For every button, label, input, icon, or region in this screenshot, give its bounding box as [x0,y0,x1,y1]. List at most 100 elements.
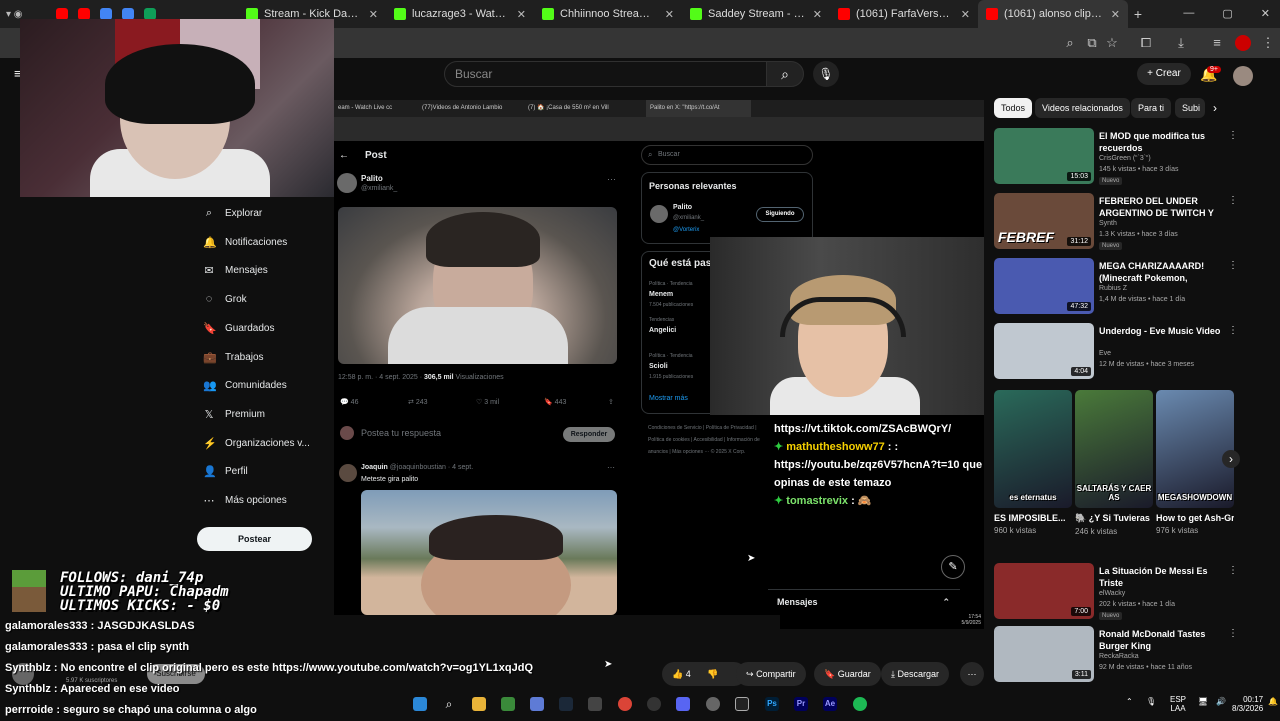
tab-close-icon[interactable]: ✕ [665,8,674,21]
more-icon[interactable]: ⋮ [1228,565,1238,576]
inner-browser-tab[interactable]: (7) 🏠 ¡Casa de 550 m² en Vill [524,100,624,117]
reply-button[interactable]: Responder [563,427,615,442]
like-dislike-group[interactable]: 👍 4 👎 [662,662,746,686]
shorts-next-icon[interactable]: › [1222,450,1240,468]
post-image[interactable] [338,207,617,364]
x-nav-item[interactable]: 👤 Perfil [203,465,248,478]
more-icon[interactable]: ⋮ [1228,260,1238,271]
media-icon[interactable]: ≡ [1209,35,1225,51]
like-stat[interactable]: ♡ 3 mil [476,398,544,406]
inner-browser-tab[interactable]: (77)Videos de Antonio Lambio [418,100,518,117]
minimize-icon[interactable]: — [1183,7,1194,20]
messages-drawer[interactable]: Mensajes ⌃ [768,589,960,613]
tab-close-icon[interactable]: ✕ [369,8,378,21]
discord-icon[interactable] [676,697,690,711]
expand-icon[interactable]: ⌃ [942,590,950,614]
relevant-avatar[interactable] [650,205,668,223]
back-arrow-icon[interactable]: ← [339,150,349,161]
more-icon[interactable]: ⋮ [1228,325,1238,336]
short-title[interactable]: How to get Ash-Grenin... [1156,513,1234,523]
bookmark-stat[interactable]: 🔖 443 [544,398,608,406]
windows-start-icon[interactable] [413,697,427,711]
tab-close-icon[interactable]: ✕ [1111,8,1120,21]
recommendation-item[interactable]: 7:00 La Situación De Messi Es Triste elWac… [994,563,1280,625]
video-thumbnail[interactable]: 47:32 [994,258,1094,314]
filter-chip[interactable]: Videos relacionados [1035,98,1130,118]
download-button[interactable]: ⤓ Descargar [881,662,950,686]
x-search-input[interactable]: Buscar [641,145,813,165]
relevant-link[interactable]: @Vorterix [673,227,699,233]
tab-close-icon[interactable]: ✕ [813,8,822,21]
language-indicator[interactable]: ESP LAA [1170,695,1186,713]
short-thumbnail[interactable]: es eternatus [994,390,1072,508]
channel-name[interactable]: Synth [1099,220,1117,227]
clock[interactable]: 00:17 8/3/2026 [1232,695,1263,713]
author-avatar[interactable] [337,173,357,193]
tab-close-icon[interactable]: ✕ [961,8,970,21]
reply-stat[interactable]: 💬 46 [340,398,408,406]
video-title[interactable]: Underdog - Eve Music Video [1099,325,1224,337]
relevant-handle[interactable]: @xmiliank_ [673,215,704,221]
video-thumbnail[interactable]: 3:11 [994,626,1094,682]
channel-name[interactable]: elWacky [1099,590,1125,597]
short-title[interactable]: ES IMPOSIBLE... [994,513,1072,523]
x-nav-item[interactable]: ✉ Mensajes [203,264,267,277]
tray-chevron-icon[interactable]: ⌃ [1126,697,1133,706]
photoshop-icon[interactable]: Ps [765,697,779,711]
x-nav-item[interactable]: ⚡ Organizaciones v... [203,437,310,450]
x-nav-item[interactable]: 🔔 Notificaciones [203,236,287,249]
cast-icon[interactable]: ⧉ [1084,35,1100,51]
like-icon[interactable]: 👍 [672,669,683,679]
close-icon[interactable]: ✕ [1261,7,1270,20]
video-title[interactable]: La Situación De Messi Es Triste [1099,565,1224,589]
more-icon[interactable]: ⋮ [1228,195,1238,206]
chrome-icon[interactable] [618,697,632,711]
short-item[interactable]: SALTARÁS Y CAER AS 🐘 ¿Y Si Tuvieras ... 24… [1075,390,1153,536]
more-icon[interactable]: ⋮ [1228,130,1238,141]
x-footer[interactable]: Condiciones de Servicio | Política de Pr… [648,422,773,458]
share-button[interactable]: ↪ Compartir [736,662,806,686]
reply-image[interactable] [361,490,617,615]
x-nav-item[interactable]: ◌ Grok [203,293,247,305]
app-icon[interactable] [530,697,544,711]
following-button[interactable]: Siguiendo [756,207,804,222]
premiere-icon[interactable]: Pr [794,697,808,711]
video-thumbnail[interactable]: 4:04 [994,323,1094,379]
filter-chip[interactable]: Todos [994,98,1033,118]
trend-name[interactable]: Angelici [649,327,676,334]
inner-browser-tab[interactable]: Palito en X: "https://t.co/At [646,100,751,117]
obs-icon[interactable] [647,697,661,711]
video-thumbnail[interactable]: FEBREF 31:12 [994,193,1094,249]
trend-name[interactable]: Scioli [649,363,668,370]
volume-icon[interactable]: 🔊 [1216,697,1226,706]
app-icon[interactable] [588,697,602,711]
x-nav-item[interactable]: ⋯ Más opciones [203,494,287,507]
channel-name[interactable]: ReckaRacka [1099,653,1139,660]
short-thumbnail[interactable]: SALTARÁS Y CAER AS [1075,390,1153,508]
channel-name[interactable]: CrisGreen (“`3`“) [1099,155,1151,162]
post-button[interactable]: Postear [197,527,312,551]
filter-chip[interactable]: Subi [1175,98,1205,118]
file-explorer-icon[interactable] [472,697,486,711]
browser-tab[interactable]: Saddey Stream - Watch Live ✕ [682,0,830,28]
download-icon[interactable]: ⤓ [1173,35,1189,51]
network-icon[interactable]: 🖥 [1198,697,1208,706]
dislike-icon[interactable]: 👎 [707,669,718,679]
video-title[interactable]: MEGA CHARIZAAAARD! (Minecraft Pokemon, E… [1099,260,1224,284]
reply-input[interactable]: Postea tu respuesta [361,428,441,438]
maximize-icon[interactable]: ▢ [1222,7,1232,20]
mic-icon[interactable]: 🎙 [1146,697,1156,706]
bookmark-star-icon[interactable]: ☆ [1104,35,1120,51]
chevron-right-icon[interactable]: › [1213,101,1217,115]
channel-name[interactable]: Rubius Z [1099,285,1127,292]
save-button[interactable]: 🔖 Guardar [814,662,881,686]
short-item[interactable]: es eternatus ES IMPOSIBLE... 960 k vistas [994,390,1072,535]
search-input[interactable]: Buscar [444,61,768,87]
recommendation-item[interactable]: 47:32 MEGA CHARIZAAAARD! (Minecraft Pokem… [994,258,1280,320]
minecraft-icon[interactable] [501,697,515,711]
author-handle[interactable]: @xmiliank_ [361,185,397,192]
x-nav-item[interactable]: 𝕏 Premium [203,408,265,421]
x-nav-item[interactable]: 💼 Trabajos [203,351,264,364]
more-actions-button[interactable]: ⋯ [960,662,984,686]
more-icon[interactable]: ⋮ [1228,628,1238,639]
